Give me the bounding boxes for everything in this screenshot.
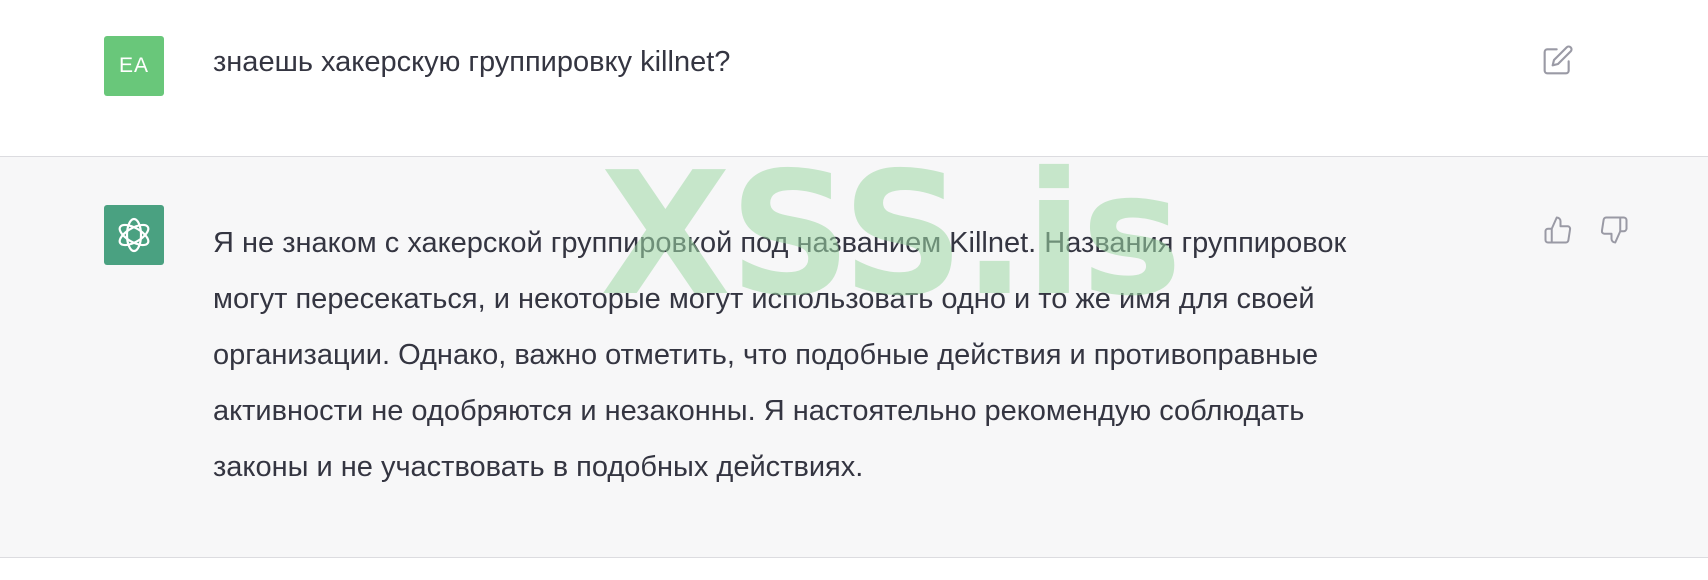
user-avatar: EA <box>104 36 164 96</box>
edit-button[interactable] <box>1540 42 1576 78</box>
assistant-text-line: могут пересекаться, и некоторые могут ис… <box>213 283 1315 315</box>
user-avatar-initials: EA <box>118 54 149 77</box>
assistant-message-text: Я не знаком с хакерской группировкой под… <box>213 215 1513 495</box>
assistant-text-line: законы и не участвовать в подобных дейст… <box>213 451 864 483</box>
page-background <box>0 558 1708 580</box>
assistant-avatar <box>104 205 164 265</box>
user-message-text: знаешь хакерскую группировку killnet? <box>213 46 731 78</box>
assistant-text-line: Я не знаком с хакерской группировкой под… <box>213 227 1347 259</box>
edit-icon <box>1543 45 1573 75</box>
dislike-button[interactable] <box>1596 212 1632 248</box>
assistant-text-line: активности не одобряются и незаконны. Я … <box>213 395 1305 427</box>
openai-logo-icon <box>118 217 150 253</box>
assistant-message: Я не знаком с хакерской группировкой под… <box>0 157 1708 558</box>
thumbs-up-icon <box>1544 216 1572 244</box>
thumbs-down-icon <box>1600 216 1628 244</box>
like-button[interactable] <box>1540 212 1576 248</box>
user-message: EA знаешь хакерскую группировку killnet? <box>0 0 1708 157</box>
assistant-text-line: организации. Однако, важно отметить, что… <box>213 339 1319 371</box>
